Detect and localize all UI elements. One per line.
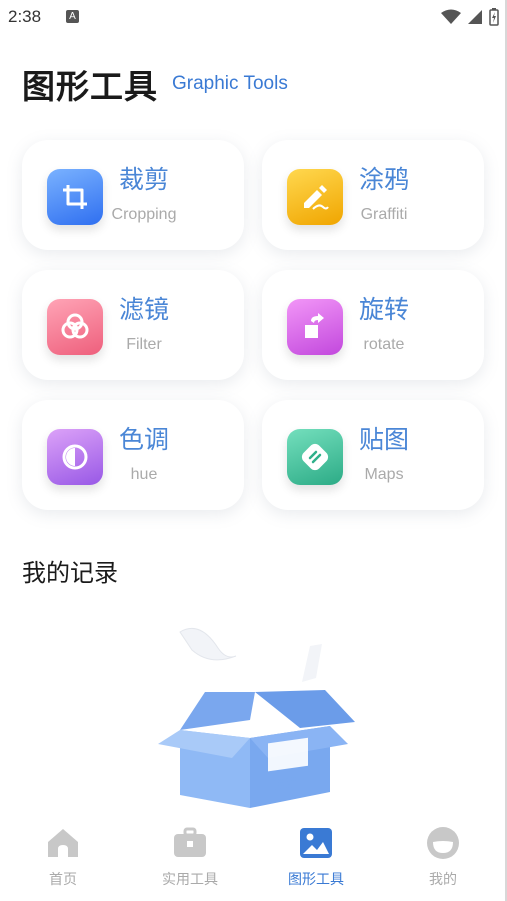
filter-tile [47,299,103,355]
tool-name: 涂鸦 [359,165,410,194]
tool-english-name: Cropping [111,206,177,223]
tool-name: 滤镜 [119,295,170,324]
tool-name: 旋转 [359,295,410,324]
status-bar: 2:38 A [0,0,507,34]
image-icon [298,825,334,861]
signal-icon [468,10,482,24]
rotate-icon [305,313,324,338]
status-time: 2:38 [8,7,42,26]
nav-label: 我的 [429,872,457,888]
nav-home[interactable]: 首页 [18,825,108,889]
tool-card-hue[interactable]: 色调 hue [22,400,244,510]
pen-icon [304,185,329,210]
empty-box-illustration [158,628,355,808]
tool-card-maps[interactable]: 贴图 Maps [262,400,484,510]
tool-name: 裁剪 [119,165,170,194]
crop-tile [47,169,103,225]
nav-tools[interactable]: 实用工具 [145,825,235,889]
page-subtitle: Graphic Tools [172,73,288,94]
wifi-icon [441,9,461,24]
nav-label: 首页 [49,872,77,888]
tool-english-name: Graffiti [360,206,408,223]
profile-icon [425,825,461,861]
sticker-icon [301,443,329,471]
tool-english-name: rotate [363,336,405,353]
battery-icon [489,8,499,26]
nav-profile[interactable]: 我的 [398,825,488,889]
crop-icon [63,185,87,209]
tool-english-name: Filter [126,336,162,353]
tool-name: 贴图 [359,425,410,454]
maps-tile [287,429,343,485]
notification-icon: A [66,10,79,23]
nav-label: 图形工具 [288,872,344,888]
home-icon [45,825,81,861]
tool-name: 色调 [119,425,170,454]
toolbox-icon [172,825,208,861]
tool-card-cropping[interactable]: 裁剪 Cropping [22,140,244,250]
nav-label: 实用工具 [162,872,218,888]
hue-icon [62,444,88,470]
bottom-nav: 首页 实用工具 图形工具 我的 [0,815,505,901]
status-icons [441,8,499,26]
tool-card-rotate[interactable]: 旋转 rotate [262,270,484,380]
hue-tile [47,429,103,485]
nav-graphic-tools[interactable]: 图形工具 [271,825,361,889]
tool-english-name: hue [130,466,158,483]
records-title: 我的记录 [22,559,118,587]
tool-card-filter[interactable]: 滤镜 Filter [22,270,244,380]
tool-english-name: Maps [364,466,404,483]
rotate-tile [287,299,343,355]
page-title: 图形工具 [22,67,158,106]
tool-card-graffiti[interactable]: 涂鸦 Graffiti [262,140,484,250]
graffiti-tile [287,169,343,225]
filter-icon [61,313,89,339]
